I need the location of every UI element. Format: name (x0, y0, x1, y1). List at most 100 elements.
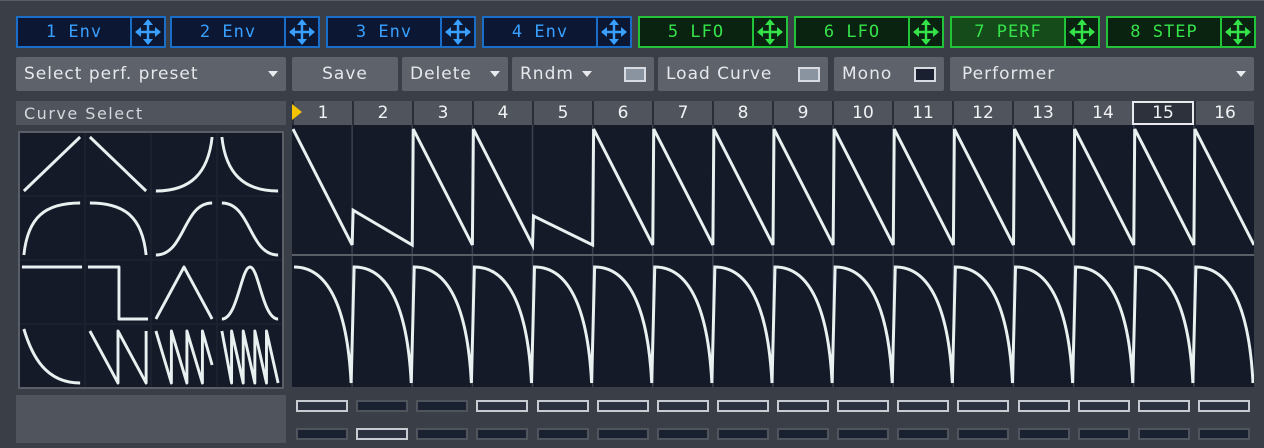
curve-preset-exp-up[interactable] (152, 133, 216, 195)
step-slot-12[interactable] (953, 425, 1013, 443)
step-number-2[interactable]: 2 (352, 101, 412, 125)
mod-tab-6[interactable]: 6 LFO (794, 16, 944, 48)
step-slot-box (296, 400, 349, 412)
chevron-down-icon (490, 71, 500, 77)
step-slot-11[interactable] (893, 425, 953, 443)
load-curve-control[interactable]: Load Curve (658, 57, 828, 91)
mod-tab-5[interactable]: 5 LFO (638, 16, 788, 48)
step-slot-13[interactable] (1014, 397, 1074, 415)
mono-toggle[interactable] (914, 66, 936, 82)
step-slot-13[interactable] (1014, 425, 1074, 443)
step-slot-2[interactable] (352, 425, 412, 443)
step-slot-10[interactable] (833, 425, 893, 443)
mod-tab-8[interactable]: 8 STEP (1106, 16, 1256, 48)
chevron-down-icon (581, 71, 592, 77)
move-arrows-icon[interactable] (440, 18, 474, 46)
load-curve-toggle[interactable] (798, 66, 820, 82)
step-number-8[interactable]: 8 (712, 101, 772, 125)
step-number-12[interactable]: 12 (952, 101, 1012, 125)
rndm-dropdown[interactable]: Rndm (512, 57, 654, 91)
step-slot-7[interactable] (653, 425, 713, 443)
step-slot-2[interactable] (352, 397, 412, 415)
step-number-5[interactable]: 5 (532, 101, 592, 125)
step-number-11[interactable]: 11 (892, 101, 952, 125)
step-slot-9[interactable] (773, 397, 833, 415)
step-slot-15[interactable] (1134, 397, 1194, 415)
curve-select-header: Curve Select (16, 101, 286, 125)
step-slot-5[interactable] (533, 425, 593, 443)
move-arrows-icon[interactable] (284, 18, 318, 46)
step-number-9[interactable]: 9 (772, 101, 832, 125)
move-arrows-icon[interactable] (130, 18, 164, 46)
curve-preset-saw-x4[interactable] (218, 325, 282, 387)
step-slot-10[interactable] (833, 397, 893, 415)
chevron-down-icon (1236, 71, 1246, 77)
curve-preset-saw-x3[interactable] (152, 325, 216, 387)
performer-dropdown[interactable]: Performer (950, 57, 1254, 91)
step-slot-15[interactable] (1134, 425, 1194, 443)
move-arrows-icon[interactable] (596, 18, 630, 46)
playhead-marker-icon[interactable] (292, 104, 302, 120)
step-slot-14[interactable] (1074, 425, 1134, 443)
curve-preset-log-up[interactable] (20, 197, 84, 259)
curve-preset-ramp-up[interactable] (20, 133, 84, 195)
curve-preset-exp-down[interactable] (218, 133, 282, 195)
step-slot-4[interactable] (472, 425, 532, 443)
step-slot-3[interactable] (412, 425, 472, 443)
curve-preset-s-curve-up[interactable] (152, 197, 216, 259)
step-slot-8[interactable] (713, 397, 773, 415)
curve-preset-s-curve-down[interactable] (218, 197, 282, 259)
curve-preset-triangle[interactable] (152, 261, 216, 323)
move-arrows-icon[interactable] (1064, 18, 1098, 46)
curve-preset-saw-x2[interactable] (86, 325, 150, 387)
step-slot-12[interactable] (953, 397, 1013, 415)
step-number-10[interactable]: 10 (832, 101, 892, 125)
step-slot-5[interactable] (533, 397, 593, 415)
step-slot-box (1077, 428, 1130, 440)
step-slot-8[interactable] (713, 425, 773, 443)
perf-preset-dropdown[interactable]: Select perf. preset (16, 57, 286, 91)
step-number-13[interactable]: 13 (1012, 101, 1072, 125)
step-slot-6[interactable] (593, 397, 653, 415)
step-number-14[interactable]: 14 (1072, 101, 1132, 125)
step-number-6[interactable]: 6 (592, 101, 652, 125)
curve-preset-step-down[interactable] (86, 261, 150, 323)
move-arrows-icon[interactable] (908, 18, 942, 46)
step-slot-7[interactable] (653, 397, 713, 415)
step-slot-6[interactable] (593, 425, 653, 443)
delete-dropdown[interactable]: Delete (402, 57, 508, 91)
curve-preset-log-down[interactable] (86, 197, 150, 259)
mod-tab-3[interactable]: 3 Env (326, 16, 476, 48)
move-arrows-icon[interactable] (752, 18, 786, 46)
step-slot-1[interactable] (292, 397, 352, 415)
step-slot-9[interactable] (773, 425, 833, 443)
move-arrows-icon[interactable] (1220, 18, 1254, 46)
step-slot-4[interactable] (472, 397, 532, 415)
curve-preset-flat-high[interactable] (20, 261, 84, 323)
step-slot-11[interactable] (893, 397, 953, 415)
step-slot-3[interactable] (412, 397, 472, 415)
step-number-7[interactable]: 7 (652, 101, 712, 125)
curve-exp-up-icon (155, 136, 214, 193)
step-number-3[interactable]: 3 (412, 101, 472, 125)
step-number-15[interactable]: 15 (1132, 101, 1194, 125)
mod-tab-7[interactable]: 7 PERF (950, 16, 1100, 48)
step-slot-14[interactable] (1074, 397, 1134, 415)
step-slot-16[interactable] (1194, 425, 1254, 443)
mod-tab-4[interactable]: 4 Env (482, 16, 632, 48)
curve-preset-bell[interactable] (218, 261, 282, 323)
curve-preset-decay[interactable] (20, 325, 84, 387)
step-curve-graph[interactable] (292, 125, 1254, 387)
step-slot-16[interactable] (1194, 397, 1254, 415)
curve-preset-ramp-down[interactable] (86, 133, 150, 195)
step-number-4[interactable]: 4 (472, 101, 532, 125)
rndm-label: Rndm (520, 64, 574, 84)
step-number-16[interactable]: 16 (1194, 101, 1254, 125)
rndm-toggle[interactable] (624, 66, 646, 82)
mod-tab-2[interactable]: 2 Env (170, 16, 320, 48)
step-slot-1[interactable] (292, 425, 352, 443)
save-button[interactable]: Save (292, 57, 398, 91)
mono-control[interactable]: Mono (834, 57, 944, 91)
mod-tab-1[interactable]: 1 Env (16, 16, 166, 48)
step-slot-box (536, 428, 589, 440)
